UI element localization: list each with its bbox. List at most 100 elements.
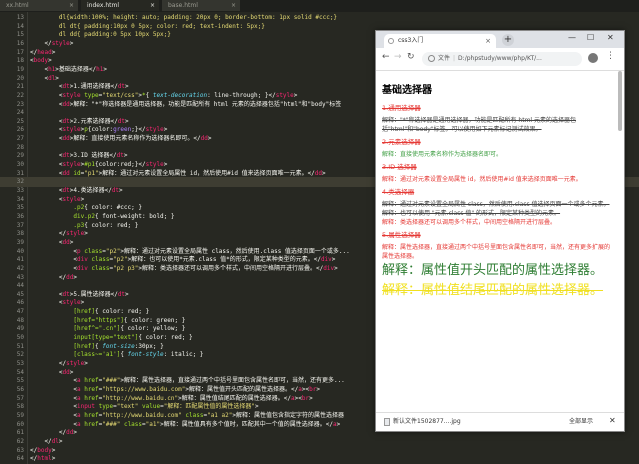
code-token: >解释：属性值结尾匹配的属性选择器。</ bbox=[178, 394, 291, 402]
code-token: > bbox=[73, 429, 77, 437]
download-item[interactable]: 新认文件1502877....jpg bbox=[384, 417, 461, 427]
code-token: { color: green; } bbox=[123, 316, 186, 324]
download-file-name: 新认文件1502877....jpg bbox=[393, 418, 461, 425]
download-bar-close-icon[interactable]: ✕ bbox=[609, 416, 616, 425]
code-token: < bbox=[30, 256, 77, 264]
browser-tab[interactable]: css3入门 × bbox=[384, 34, 496, 48]
forward-icon[interactable]: → bbox=[394, 52, 402, 62]
reload-icon[interactable]: ↻ bbox=[407, 52, 415, 62]
editor-tab-label: index.html bbox=[87, 2, 119, 9]
code-token: { bbox=[120, 351, 128, 359]
code-line[interactable]: 64 </html> bbox=[0, 454, 639, 464]
code-token: > bbox=[309, 394, 313, 402]
code-token: dd bbox=[62, 169, 70, 177]
code-token: > bbox=[254, 403, 259, 411]
code-token: </ bbox=[30, 39, 52, 47]
code-token: < bbox=[30, 247, 77, 255]
back-icon[interactable]: ← bbox=[382, 52, 390, 62]
code-token: #p1 bbox=[84, 161, 96, 169]
code-token: dt bbox=[111, 187, 120, 194]
code-token: < bbox=[30, 403, 77, 411]
editor-tab-close-icon[interactable]: × bbox=[69, 0, 74, 11]
code-token: >3.ID 选择器</ bbox=[69, 152, 117, 160]
code-token: dt bbox=[117, 83, 126, 91]
code-token: < bbox=[30, 117, 63, 125]
editor-tab-close-icon[interactable]: × bbox=[231, 0, 236, 11]
code-token: < bbox=[30, 368, 63, 376]
address-bar[interactable]: 文件 | D:/phpstudy/www/php/KT/... bbox=[422, 52, 582, 66]
code-token: { bbox=[145, 91, 153, 99]
code-token: < bbox=[30, 161, 63, 169]
code-token: div.p2 bbox=[30, 212, 96, 220]
menu-icon[interactable]: ⋮ bbox=[606, 51, 615, 61]
section-description: 解释："*"称选择器是通用选择器，功能是匹配所有 html 元素的选择器包括"h… bbox=[382, 117, 577, 133]
code-token: {color:red;}</ bbox=[95, 161, 146, 169]
code-token: body bbox=[33, 57, 49, 65]
code-token: > bbox=[207, 135, 212, 143]
code-token: dt bbox=[117, 290, 126, 298]
section-description: 解释：属性选择器，直接通过两个中括号里面包含属性名即可，当然，还有更多扩展的属性… bbox=[382, 244, 611, 260]
maximize-button[interactable]: ☐ bbox=[587, 33, 594, 42]
code-token: >解释：通过对元素设置全局属性 class，然后使用.class 值选择页面一个… bbox=[120, 247, 350, 255]
link-https[interactable]: 解释：属性值开头匹配的属性选择器。 bbox=[382, 263, 612, 279]
editor-tab-1[interactable]: xx.html × bbox=[0, 0, 78, 11]
code-token: > bbox=[103, 65, 107, 73]
code-token: >解释："*"称选择器是通用选择器，功能是匹配所有 html 元素的选择器包括"… bbox=[69, 100, 342, 108]
code-token: ;}</ bbox=[131, 126, 146, 134]
section-heading: 1.通用选择器 bbox=[382, 104, 421, 112]
code-token: font-size bbox=[102, 342, 135, 350]
code-token: .p3 bbox=[30, 221, 85, 229]
close-window-button[interactable]: ✕ bbox=[607, 33, 614, 42]
code-token: > bbox=[80, 195, 85, 203]
code-token: div bbox=[76, 264, 88, 272]
code-token: >2.元素选择器</ bbox=[69, 117, 118, 125]
code-token: type bbox=[95, 403, 114, 411]
minimize-button[interactable]: — bbox=[568, 33, 576, 42]
code-token: </ bbox=[30, 437, 52, 445]
code-token: "p2" bbox=[105, 247, 121, 255]
code-token: > bbox=[163, 126, 168, 134]
editor-tab-label: base.html bbox=[168, 2, 198, 9]
code-token: "text/css" bbox=[102, 91, 139, 99]
code-token: > bbox=[334, 264, 338, 272]
code-token: class bbox=[181, 411, 204, 419]
code-token: < bbox=[30, 65, 49, 73]
globe-icon bbox=[388, 38, 394, 44]
code-token: [href] bbox=[30, 308, 96, 316]
code-token: < bbox=[30, 91, 63, 99]
editor-tab-2[interactable]: index.html × bbox=[81, 0, 159, 11]
code-token: > bbox=[119, 187, 123, 194]
profile-avatar-icon[interactable] bbox=[588, 53, 598, 63]
editor-tab-3[interactable]: base.html × bbox=[162, 0, 240, 11]
code-token: > bbox=[80, 299, 85, 307]
code-token: class bbox=[87, 256, 110, 264]
code-token: > bbox=[55, 74, 59, 82]
link-cn[interactable]: 解释：属性值结尾匹配的属性选择器。 bbox=[382, 283, 612, 299]
code-token: > bbox=[125, 290, 129, 298]
section-heading: 3.ID 选择器 bbox=[382, 163, 417, 171]
code-token: head bbox=[37, 48, 52, 56]
code-token: dt bbox=[62, 83, 70, 91]
code-token: < bbox=[30, 385, 77, 393]
editor-tab-close-icon[interactable]: × bbox=[150, 0, 155, 11]
code-token: {color: bbox=[87, 126, 114, 134]
code-token: "p2" bbox=[113, 256, 128, 264]
code-token: < bbox=[30, 83, 63, 91]
selector-section: 2.元素选择器 解释：直接使用元素名称作为选择器名即可。 bbox=[382, 138, 612, 159]
code-token: >基础选择器</ bbox=[55, 65, 97, 73]
tab-close-icon[interactable]: × bbox=[485, 34, 491, 48]
code-token: < bbox=[30, 377, 77, 385]
scrollbar[interactable] bbox=[618, 71, 622, 131]
code-token: > bbox=[336, 420, 341, 428]
show-all-downloads[interactable]: 全部显示 bbox=[569, 417, 593, 427]
code-token: id bbox=[69, 169, 81, 177]
new-tab-button[interactable]: + bbox=[502, 34, 514, 46]
code-token: >解释：直接使用元素名称作为选择器名即可。</ bbox=[69, 135, 201, 143]
code-token: < bbox=[30, 420, 77, 428]
selector-section: 3.ID 选择器 解释：通过对元素设置全局属性 id，然后使用#id 值来选择页面… bbox=[382, 163, 612, 184]
code-token: "解释：匹配属性值的属性选择器" bbox=[163, 403, 255, 411]
code-token: </ bbox=[30, 273, 67, 281]
code-token: < bbox=[30, 100, 63, 108]
code-token: dd bbox=[200, 135, 208, 143]
code-token: > bbox=[331, 256, 336, 264]
